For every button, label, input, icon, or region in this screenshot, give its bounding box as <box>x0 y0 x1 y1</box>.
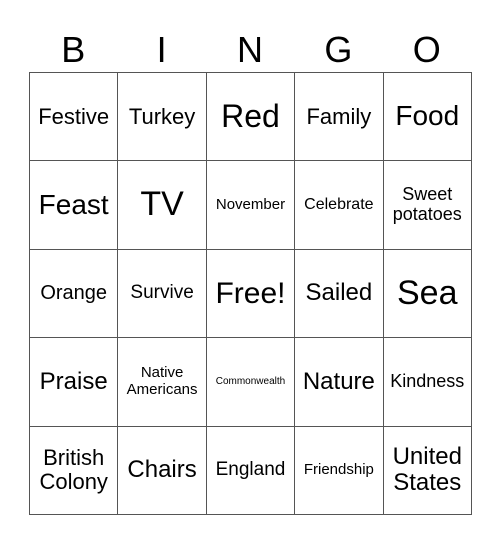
bingo-cell[interactable]: British Colony <box>28 425 119 515</box>
bingo-cell[interactable]: Survive <box>117 248 207 339</box>
bingo-cell[interactable]: Red <box>205 71 296 162</box>
bingo-card-grid: Festive Turkey Red Family Food Feast TV … <box>28 71 472 515</box>
grid-row: Festive Turkey Red Family Food <box>28 71 472 162</box>
bingo-header: B I N G O <box>29 28 471 72</box>
bingo-cell[interactable]: Sailed <box>294 248 384 339</box>
bingo-cell[interactable]: England <box>205 425 296 515</box>
bingo-cell[interactable]: TV <box>117 160 207 250</box>
bingo-cell[interactable]: Food <box>382 71 472 162</box>
header-letter-b: B <box>61 29 86 70</box>
header-letter-o: O <box>412 29 441 70</box>
header-letter-g: G <box>324 29 353 70</box>
header-letter-i: I <box>156 29 167 70</box>
grid-row: Orange Survive Free! Sailed Sea <box>28 248 472 339</box>
bingo-cell[interactable]: Chairs <box>117 425 207 515</box>
bingo-cell[interactable]: Festive <box>28 71 119 162</box>
bingo-cell[interactable]: Praise <box>28 337 119 427</box>
bingo-cell[interactable]: Orange <box>28 248 119 339</box>
bingo-cell[interactable]: Family <box>294 71 384 162</box>
bingo-cell[interactable]: November <box>205 160 296 250</box>
grid-row: British Colony Chairs England Friendship… <box>28 425 472 515</box>
bingo-cell[interactable]: Nature <box>294 337 384 427</box>
bingo-cell[interactable]: Sea <box>382 248 472 339</box>
bingo-cell[interactable]: Turkey <box>117 71 207 162</box>
bingo-cell[interactable]: Celebrate <box>294 160 384 250</box>
free-space-cell[interactable]: Free! <box>205 248 296 339</box>
bingo-cell[interactable]: Kindness <box>382 337 472 427</box>
bingo-cell[interactable]: Native Americans <box>117 337 207 427</box>
bingo-cell[interactable]: United States <box>382 425 472 515</box>
bingo-cell[interactable]: Friendship <box>294 425 384 515</box>
grid-row: Praise Native Americans Commonwealth Nat… <box>28 337 472 427</box>
bingo-cell[interactable]: Commonwealth <box>205 337 296 427</box>
grid-row: Feast TV November Celebrate Sweet potato… <box>28 160 472 250</box>
bingo-cell[interactable]: Feast <box>28 160 119 250</box>
bingo-cell[interactable]: Sweet potatoes <box>382 160 472 250</box>
header-letter-n: N <box>236 29 263 70</box>
